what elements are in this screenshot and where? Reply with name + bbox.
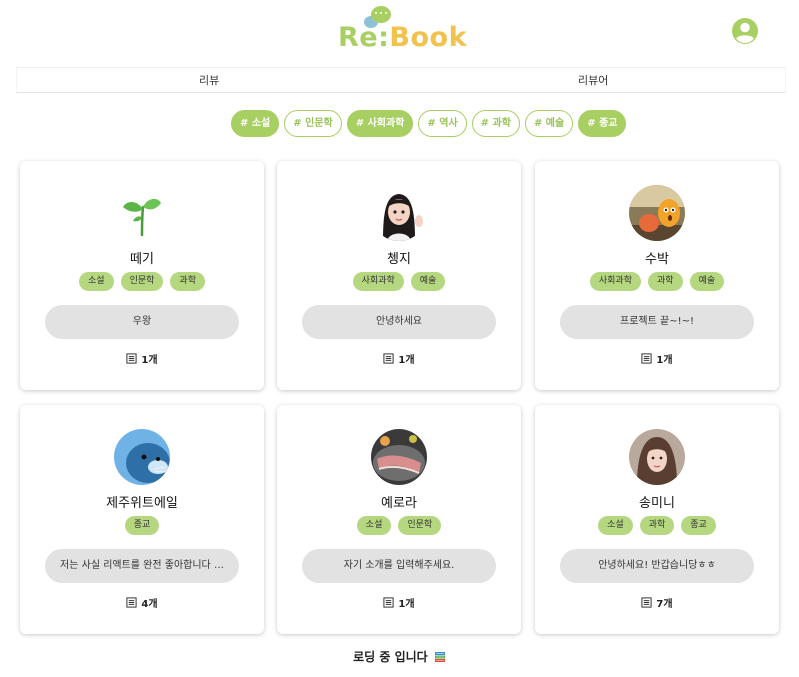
logo-book: Book [389,22,468,53]
reviewer-card[interactable]: 예로라 소설 인문학 자기 소개를 입력해주세요. 1개 [277,405,521,634]
reviewer-tags: 사회과학 과학 예술 [535,272,779,291]
review-count: 7개 [535,595,779,610]
reviewer-tags: 소설 과학 종교 [535,516,779,535]
review-count-value: 1개 [656,355,673,366]
tab-review[interactable]: 리뷰 [199,72,219,88]
reviewer-name: 수박 [645,252,669,267]
genre-tag: 과학 [639,516,675,535]
list-icon [126,597,137,608]
genre-chip[interactable]: # 역사 [418,110,467,137]
review-count: 1개 [20,351,264,366]
genre-tag: 사회과학 [352,272,404,291]
seal-avatar [114,429,170,485]
genre-filter: # 소설 # 인문학 # 사회과학 # 역사 # 과학 # 예술 # 종교 [231,110,627,137]
reviewer-card[interactable]: 송미니 소설 과학 종교 안녕하세요! 반갑습니당ㅎㅎ 7개 [535,405,779,634]
genre-tag: 종교 [681,516,716,535]
reviewer-tags: 종교 [20,516,264,535]
reviewer-name: 예로라 [381,496,417,511]
genre-tag: 종교 [124,516,160,535]
genre-tag: 소설 [356,516,392,535]
genre-chip[interactable]: # 사회과학 [346,110,414,137]
reviewer-intro[interactable]: 저는 사실 리액트를 완전 좋아합니다 … [45,549,239,583]
reviewer-card[interactable]: 수박 사회과학 과학 예술 프로젝트 끝~!~! 1개 [535,161,779,390]
reviewer-tags: 소설 인문학 과학 [20,272,264,291]
reviewer-intro[interactable]: 안녕하세요! 반갑습니당ㅎㅎ [560,549,754,583]
reviewer-intro[interactable]: 프로젝트 끝~!~! [560,305,754,339]
genre-tag: 과학 [648,272,683,291]
genre-tag: 사회과학 [589,272,641,291]
review-count-value: 1개 [141,355,158,366]
review-count: 1개 [277,595,521,610]
list-icon [126,353,137,364]
logo-re: Re [338,22,379,53]
genre-chip[interactable]: # 종교 [578,110,627,137]
review-count-value: 1개 [398,355,415,366]
loading-text: 로딩 중 입니다 [353,650,428,664]
reviewer-intro[interactable]: 안녕하세요 [302,305,496,339]
reviewer-card[interactable]: 떼기 소설 인문학 과학 우왕 1개 [20,161,264,390]
genre-tag: 예술 [410,272,446,291]
books-icon [434,652,445,662]
list-icon [383,353,394,364]
person-photo-avatar [629,429,685,485]
reviewer-name: 제주위트에일 [106,496,178,511]
genre-chip[interactable]: # 예술 [524,110,574,137]
header: Re:Book [0,0,799,64]
review-count-value: 7개 [656,599,673,610]
reviewer-intro[interactable]: 자기 소개를 입력해주세요. [302,549,496,583]
list-icon [641,597,652,608]
genre-tag: 소설 [598,516,633,535]
genre-chip[interactable]: # 인문학 [284,110,342,137]
reviewer-name: 쳉지 [387,252,411,267]
logo[interactable]: Re:Book [338,22,467,54]
genre-chip[interactable]: # 과학 [471,110,520,137]
reviewer-tags: 사회과학 예술 [277,272,521,291]
loading-indicator: 로딩 중 입니다 [0,648,799,665]
reviewer-card[interactable]: 제주위트에일 종교 저는 사실 리액트를 완전 좋아합니다 … 4개 [20,405,264,634]
list-icon [383,597,394,608]
list-icon [641,353,652,364]
logo-colon: : [378,22,390,53]
view-tabs: 리뷰 리뷰어 [16,67,786,93]
reviewer-card[interactable]: 쳉지 사회과학 예술 안녕하세요 1개 [277,161,521,390]
account-circle-icon[interactable] [731,17,759,45]
review-count-value: 1개 [398,599,415,610]
genre-tag: 소설 [79,272,114,291]
genre-tag: 인문학 [398,516,442,535]
reviewer-tags: 소설 인문학 [277,516,521,535]
review-count: 4개 [20,595,264,610]
genre-tag: 인문학 [120,272,164,291]
character-photo-avatar [629,185,685,241]
sprout-avatar [114,185,170,241]
review-count: 1개 [277,351,521,366]
tab-reviewer[interactable]: 리뷰어 [578,72,608,88]
review-count-value: 4개 [141,599,158,610]
genre-tag: 과학 [170,272,205,291]
review-count: 1개 [535,351,779,366]
genre-tag: 예술 [689,272,725,291]
reviewer-name: 송미니 [639,496,675,511]
genre-chip[interactable]: # 소설 [231,110,280,137]
food-photo-avatar [371,429,427,485]
girl-waving-avatar [371,185,427,241]
reviewer-intro[interactable]: 우왕 [45,305,239,339]
reviewer-name: 떼기 [130,252,154,267]
logo-bubble-icon [371,6,391,23]
